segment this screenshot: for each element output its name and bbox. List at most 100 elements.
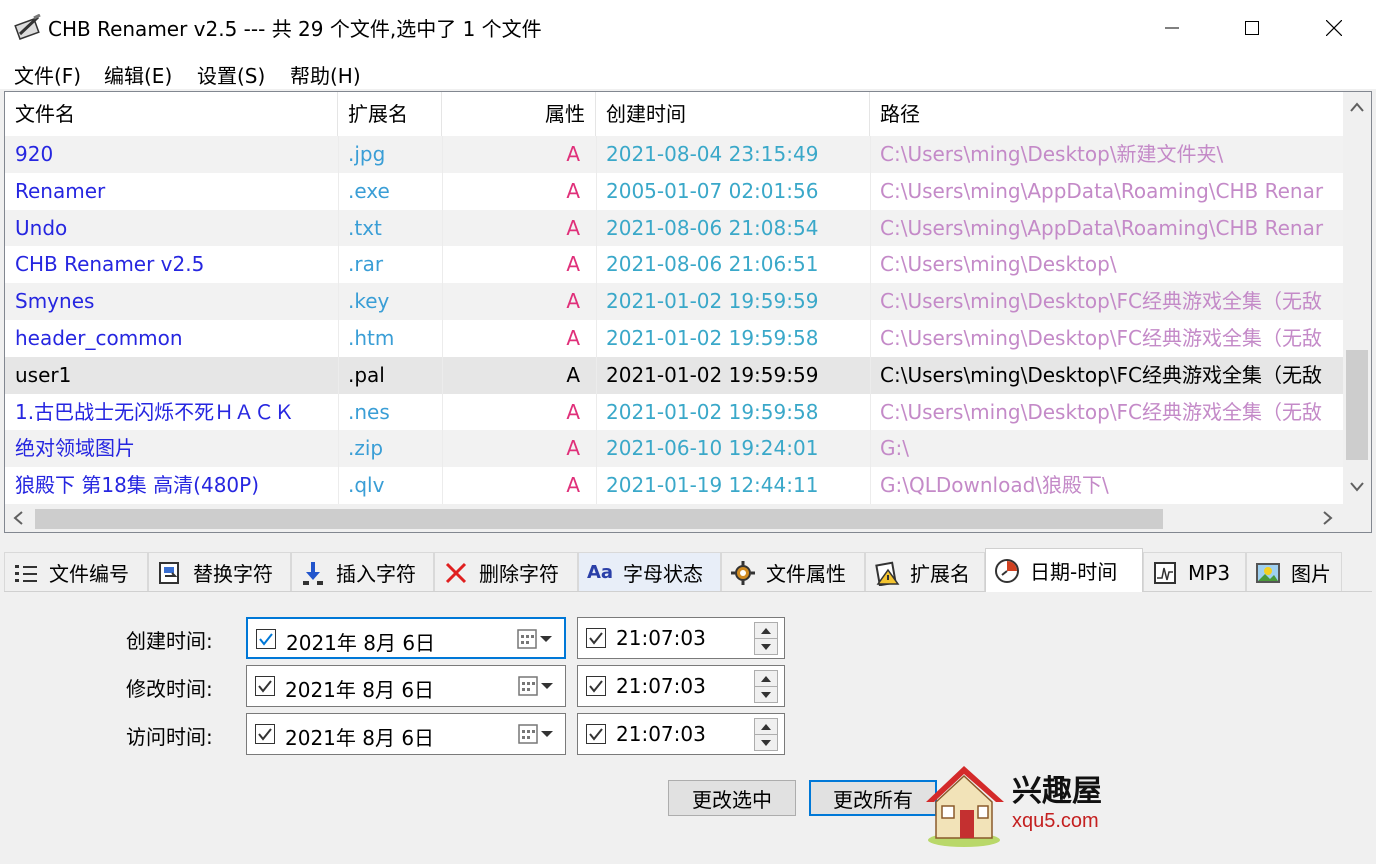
calendar-dropdown-icon[interactable] (517, 674, 557, 698)
column-header-attribute[interactable]: 属性 (442, 92, 596, 136)
scroll-left-icon[interactable] (13, 511, 23, 525)
spin-up-button[interactable] (755, 719, 777, 735)
created-time-value: 21:07:03 (616, 626, 706, 650)
calendar-dropdown-icon[interactable] (516, 627, 556, 651)
column-header-created[interactable]: 创建时间 (596, 92, 870, 136)
attribute-cell: A (566, 252, 580, 277)
tab-delete[interactable]: 删除字符 (434, 552, 578, 592)
vertical-scroll-thumb[interactable] (1346, 350, 1368, 460)
modified-time-spinner[interactable] (754, 670, 778, 703)
created-time-picker[interactable]: 21:07:03 (577, 617, 785, 659)
horizontal-scrollbar[interactable] (5, 504, 1371, 532)
tab-strip: 文件编号 替换字符 插入字符 删除字符 Aa 字母状态 文件属性 扩展名 日期-… (4, 548, 1372, 592)
horizontal-scroll-thumb[interactable] (35, 509, 1163, 529)
created-time-checkbox[interactable] (586, 628, 606, 648)
created-date-checkbox[interactable] (256, 629, 276, 649)
menu-settings[interactable]: 设置(S) (197, 60, 265, 89)
file-row[interactable]: 1.古巴战士无闪烁不死ＨＡＣＫ .nes A 2021-01-02 19:59:58 C… (5, 394, 1343, 431)
scroll-down-icon[interactable] (1350, 482, 1364, 492)
list-header: 文件名 扩展名 属性 创建时间 路径 (5, 92, 1343, 136)
modified-date-checkbox[interactable] (255, 676, 275, 696)
file-row[interactable]: 狼殿下 第18集 高清(480P) .qlv A 2021-01-19 12:44:1… (5, 467, 1343, 504)
column-header-path[interactable]: 路径 (870, 92, 1343, 136)
file-name-cell: header_common (15, 325, 183, 350)
modified-time-checkbox[interactable] (586, 676, 606, 696)
spin-down-button[interactable] (755, 639, 777, 655)
warning-doc-icon (875, 561, 900, 586)
caret-down-icon (761, 644, 771, 650)
created-time-cell: 2021-08-06 21:08:54 (606, 215, 819, 240)
tab-extension[interactable]: 扩展名 (865, 552, 985, 592)
tab-numbering[interactable]: 文件编号 (4, 552, 148, 592)
house-logo-icon (926, 766, 1004, 847)
spin-down-button[interactable] (755, 687, 777, 703)
tab-mp3[interactable]: MP3 (1143, 552, 1246, 592)
file-row[interactable]: user1 .pal A 2021-01-02 19:59:59 C:\Users\mi… (5, 356, 1343, 394)
scroll-up-icon[interactable] (1350, 102, 1364, 112)
picture-icon (1256, 562, 1280, 583)
tab-replace[interactable]: 替换字符 (148, 552, 291, 592)
menu-file[interactable]: 文件(F) (14, 60, 81, 89)
tab-insert[interactable]: 插入字符 (291, 552, 434, 592)
created-time-spinner[interactable] (754, 622, 778, 655)
file-name-cell: Smynes (15, 289, 95, 314)
file-row[interactable]: Renamer .exe A 2005-01-07 02:01:56 C:\Users\… (5, 173, 1343, 210)
tab-picture[interactable]: 图片 (1246, 552, 1342, 592)
change-all-button[interactable]: 更改所有 (809, 780, 937, 816)
file-list[interactable]: 文件名 扩展名 属性 创建时间 路径 920 .jpg A 2021-08-04 23… (4, 91, 1372, 533)
checkmark-icon (258, 728, 272, 741)
tab-file-attributes[interactable]: 文件属性 (721, 552, 865, 592)
extension-cell: .htm (348, 325, 395, 350)
caret-up-icon (761, 723, 771, 730)
minimize-button[interactable] (1132, 0, 1212, 55)
file-row[interactable]: Smynes .key A 2021-01-02 19:59:59 C:\Users\m… (5, 283, 1343, 320)
path-cell: C:\Users\ming\Desktop\FC经典游戏全集（无敌 (880, 289, 1323, 314)
created-time-cell: 2005-01-07 02:01:56 (606, 178, 819, 203)
file-row[interactable]: 920 .jpg A 2021-08-04 23:15:49 C:\Users\ming… (5, 136, 1343, 173)
file-name-cell: 920 (15, 142, 54, 166)
tab-label: 图片 (1291, 562, 1331, 586)
created-date-picker[interactable]: 2021年 8月 6日 (246, 617, 566, 659)
replace-icon (159, 561, 179, 584)
tab-date-time[interactable]: 日期-时间 (985, 548, 1143, 592)
menu-edit[interactable]: 编辑(E) (104, 60, 172, 89)
accessed-time-picker[interactable]: 21:07:03 (577, 713, 785, 755)
extension-cell: .pal (348, 362, 385, 387)
scroll-right-icon[interactable] (1323, 511, 1333, 525)
numbered-list-icon (15, 564, 37, 582)
maximize-button[interactable] (1212, 0, 1292, 55)
spin-up-button[interactable] (755, 671, 777, 687)
calendar-dropdown-icon[interactable] (517, 722, 557, 746)
accessed-date-checkbox[interactable] (255, 724, 275, 744)
tab-letter-case[interactable]: Aa 字母状态 (578, 552, 721, 592)
extension-cell: .txt (348, 215, 382, 240)
file-row[interactable]: CHB Renamer v2.5 .rar A 2021-08-06 21:06:51… (5, 246, 1343, 283)
accessed-time-checkbox[interactable] (586, 724, 606, 744)
path-cell: G:\QLDownload\狼殿下\ (880, 473, 1109, 498)
modified-date-picker[interactable]: 2021年 8月 6日 (246, 665, 566, 707)
caret-up-icon (761, 627, 771, 634)
spin-down-button[interactable] (755, 735, 777, 751)
modified-time-picker[interactable]: 21:07:03 (577, 665, 785, 707)
aa-case-icon: Aa (586, 562, 614, 583)
accessed-time-spinner[interactable] (754, 718, 778, 751)
path-cell: G:\ (880, 436, 909, 461)
accessed-date-picker[interactable]: 2021年 8月 6日 (246, 713, 566, 755)
modified-time-label: 修改时间: (126, 677, 213, 701)
vertical-scrollbar[interactable] (1343, 92, 1371, 504)
maximize-icon (1245, 20, 1259, 35)
file-row[interactable]: Undo .txt A 2021-08-06 21:08:54 C:\Users\min… (5, 209, 1343, 247)
gear-icon (731, 560, 755, 585)
change-selected-button[interactable]: 更改选中 (668, 780, 796, 816)
accessed-date-value: 2021年 8月 6日 (285, 726, 435, 750)
column-header-filename[interactable]: 文件名 (5, 92, 338, 136)
tab-label: 文件属性 (766, 562, 846, 586)
file-row[interactable]: 绝对领域图片 .zip A 2021-06-10 19:24:01 G:\ (5, 430, 1343, 468)
title-bar: CHB Renamer v2.5 --- 共 29 个文件,选中了 1 个文件 (0, 0, 1376, 55)
column-header-extension[interactable]: 扩展名 (338, 92, 442, 136)
menu-help[interactable]: 帮助(H) (290, 60, 361, 89)
close-button[interactable] (1294, 0, 1374, 55)
audio-icon (1154, 561, 1176, 584)
file-row[interactable]: header_common .htm A 2021-01-02 19:59:58 C:\… (5, 320, 1343, 357)
spin-up-button[interactable] (755, 623, 777, 639)
